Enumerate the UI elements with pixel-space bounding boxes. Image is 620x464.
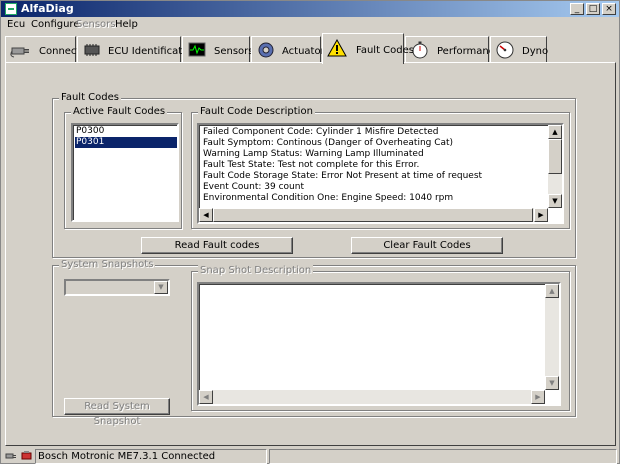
scroll-right-arrow-icon[interactable]: ▶ <box>531 390 545 404</box>
active-fault-codes-list[interactable]: P0300 P0301 <box>71 123 179 222</box>
fault-code-description-box[interactable]: Failed Component Code: Cylinder 1 Misfir… <box>197 123 564 224</box>
read-system-snapshot-button[interactable]: Read System Snapshot <box>64 398 170 427</box>
fault-code-description-title: Fault Code Description <box>198 106 315 117</box>
scroll-thumb[interactable] <box>213 208 533 222</box>
tab-strip: Connect ECU Identification Sensors Actua… <box>1 33 619 64</box>
minimize-button[interactable]: _ <box>570 3 584 15</box>
description-line: Warning Lamp Status: Warning Lamp Illumi… <box>203 149 424 159</box>
plug-icon <box>5 453 16 459</box>
clear-fault-codes-button[interactable]: Clear Fault Codes <box>351 237 503 254</box>
menu-configure[interactable]: Configure <box>31 19 79 30</box>
window-title: AlfaDiag <box>21 2 74 15</box>
description-vertical-scrollbar[interactable]: ▲ ▼ <box>548 125 562 208</box>
snapshot-horizontal-scrollbar[interactable]: ◀ ▶ <box>199 390 545 404</box>
close-button[interactable]: × <box>602 3 616 15</box>
app-icon <box>5 3 17 15</box>
status-bar: Bosch Motronic ME7.3.1 Connected <box>1 448 619 464</box>
system-snapshots-group: System Snapshots ▼ Snap Shot Description… <box>52 259 576 427</box>
tab-actuators[interactable]: Actuators <box>251 36 330 63</box>
snapshot-vertical-scrollbar[interactable]: ▲ ▼ <box>545 284 559 390</box>
gear-icon <box>258 42 274 58</box>
scroll-left-arrow-icon[interactable]: ◀ <box>199 208 213 222</box>
scroll-up-arrow-icon[interactable]: ▲ <box>548 125 562 139</box>
description-line: Fault Test State: Test not complete for … <box>203 160 420 170</box>
snapshot-description-group: Snap Shot Description ▲ ▼ ◀ ▶ <box>191 265 570 411</box>
active-fault-codes-title: Active Fault Codes <box>71 106 168 117</box>
snapshot-description-box[interactable]: ▲ ▼ ◀ ▶ <box>197 282 561 406</box>
oscilloscope-icon <box>188 42 206 57</box>
chevron-down-icon[interactable]: ▼ <box>154 281 168 294</box>
scroll-left-arrow-icon[interactable]: ◀ <box>199 390 213 404</box>
maximize-button[interactable]: □ <box>586 3 600 15</box>
chip-icon <box>84 44 100 56</box>
title-bar[interactable]: AlfaDiag _ □ × <box>1 1 619 17</box>
tab-dyno-label: Dyno <box>522 46 549 57</box>
app-window: AlfaDiag _ □ × Ecu Configure Sensors Hel… <box>0 0 620 464</box>
read-fault-codes-button[interactable]: Read Fault codes <box>141 237 293 254</box>
tab-connect-label: Connect <box>39 46 81 57</box>
tab-ecu-identification[interactable]: ECU Identification <box>77 36 197 63</box>
scroll-down-arrow-icon[interactable]: ▼ <box>548 194 562 208</box>
list-item[interactable]: P0300 <box>75 126 177 137</box>
warning-icon <box>327 39 347 57</box>
fault-code-description-group: Fault Code Description Failed Component … <box>191 106 570 229</box>
active-fault-codes-group: Active Fault Codes P0300 P0301 <box>64 106 182 229</box>
connection-status: Bosch Motronic ME7.3.1 Connected <box>35 449 267 464</box>
snapshot-select[interactable]: ▼ <box>64 279 170 296</box>
description-horizontal-scrollbar[interactable]: ◀ ▶ <box>199 208 548 222</box>
fault-codes-group: Fault Codes Active Fault Codes P0300 P03… <box>52 92 576 258</box>
scroll-thumb[interactable] <box>548 139 562 174</box>
description-line: Failed Component Code: Cylinder 1 Misfir… <box>203 127 439 137</box>
tab-fault-codes-label: Fault Codes <box>356 45 414 56</box>
tab-connect[interactable]: Connect <box>5 36 80 63</box>
menu-bar: Ecu Configure Sensors Help <box>1 17 619 33</box>
connected-indicator-icon <box>21 451 32 460</box>
scroll-up-arrow-icon[interactable]: ▲ <box>545 284 559 298</box>
snapshot-description-title: Snap Shot Description <box>198 265 314 276</box>
tab-performance[interactable]: Performance <box>405 36 500 63</box>
gauge-icon <box>496 41 514 59</box>
menu-ecu[interactable]: Ecu <box>7 19 25 30</box>
plug-icon <box>10 47 29 58</box>
scroll-right-arrow-icon[interactable]: ▶ <box>534 208 548 222</box>
menu-help[interactable]: Help <box>115 19 138 30</box>
tab-fault-codes[interactable]: Fault Codes <box>322 33 414 64</box>
description-line: Event Count: 39 count <box>203 182 304 192</box>
tab-dyno[interactable]: Dyno <box>490 36 549 63</box>
tab-sensors[interactable]: Sensors <box>182 36 254 63</box>
status-pane <box>269 449 617 464</box>
description-line: Environmental Condition One: Engine Spee… <box>203 193 454 203</box>
system-snapshots-group-title: System Snapshots <box>59 259 156 270</box>
list-item[interactable]: P0301 <box>75 137 177 148</box>
description-line: Fault Code Storage State: Error Not Pres… <box>203 171 483 181</box>
description-line: Fault Symptom: Continous (Danger of Over… <box>203 138 454 148</box>
fault-codes-group-title: Fault Codes <box>59 92 121 103</box>
fault-codes-panel: Fault Codes Active Fault Codes P0300 P03… <box>5 62 616 446</box>
tab-sensors-label: Sensors <box>214 46 254 57</box>
scroll-down-arrow-icon[interactable]: ▼ <box>545 376 559 390</box>
menu-sensors[interactable]: Sensors <box>76 19 116 30</box>
